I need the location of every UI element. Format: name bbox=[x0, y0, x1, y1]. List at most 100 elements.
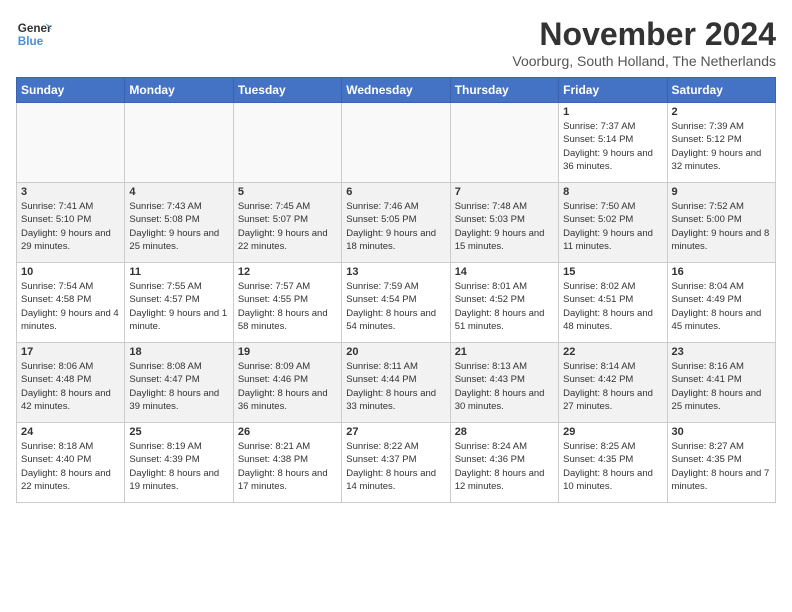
day-info: Sunrise: 7:43 AM Sunset: 5:08 PM Dayligh… bbox=[129, 200, 228, 253]
day-number: 14 bbox=[455, 266, 554, 278]
day-number: 23 bbox=[672, 346, 771, 358]
day-info: Sunrise: 8:18 AM Sunset: 4:40 PM Dayligh… bbox=[21, 440, 120, 493]
day-info: Sunrise: 7:48 AM Sunset: 5:03 PM Dayligh… bbox=[455, 200, 554, 253]
calendar-cell: 23 Sunrise: 8:16 AM Sunset: 4:41 PM Dayli… bbox=[667, 343, 775, 423]
day-info: Sunrise: 8:24 AM Sunset: 4:36 PM Dayligh… bbox=[455, 440, 554, 493]
day-number: 25 bbox=[129, 426, 228, 438]
calendar-cell bbox=[342, 103, 450, 183]
calendar-cell bbox=[233, 103, 341, 183]
calendar-week-row: 10Sunrise: 7:54 AM Sunset: 4:58 PM Dayli… bbox=[17, 263, 776, 343]
title-block: November 2024 Voorburg, South Holland, T… bbox=[512, 16, 776, 69]
day-of-week-header: Monday bbox=[125, 78, 233, 103]
day-number: 6 bbox=[346, 186, 445, 198]
day-number: 12 bbox=[238, 266, 337, 278]
day-number: 30 bbox=[672, 426, 771, 438]
day-number: 16 bbox=[672, 266, 771, 278]
day-info: Sunrise: 8:27 AM Sunset: 4:35 PM Dayligh… bbox=[672, 440, 771, 493]
calendar-cell: 8 Sunrise: 7:50 AM Sunset: 5:02 PM Daylig… bbox=[559, 183, 667, 263]
day-number: 11 bbox=[129, 266, 228, 278]
calendar-cell: 26 Sunrise: 8:21 AM Sunset: 4:38 PM Dayli… bbox=[233, 423, 341, 503]
day-info: Sunrise: 8:19 AM Sunset: 4:39 PM Dayligh… bbox=[129, 440, 228, 493]
calendar-cell: 18 Sunrise: 8:08 AM Sunset: 4:47 PM Dayli… bbox=[125, 343, 233, 423]
day-number: 26 bbox=[238, 426, 337, 438]
calendar-cell: 25 Sunrise: 8:19 AM Sunset: 4:39 PM Dayli… bbox=[125, 423, 233, 503]
calendar-cell: 28 Sunrise: 8:24 AM Sunset: 4:36 PM Dayli… bbox=[450, 423, 558, 503]
calendar-cell: 27 Sunrise: 8:22 AM Sunset: 4:37 PM Dayli… bbox=[342, 423, 450, 503]
day-number: 17 bbox=[21, 346, 120, 358]
day-info: Sunrise: 8:06 AM Sunset: 4:48 PM Dayligh… bbox=[21, 360, 120, 413]
day-info: Sunrise: 8:16 AM Sunset: 4:41 PM Dayligh… bbox=[672, 360, 771, 413]
calendar-cell: 13 Sunrise: 7:59 AM Sunset: 4:54 PM Dayli… bbox=[342, 263, 450, 343]
day-info: Sunrise: 7:37 AM Sunset: 5:14 PM Dayligh… bbox=[563, 120, 662, 173]
calendar-cell: 5 Sunrise: 7:45 AM Sunset: 5:07 PM Daylig… bbox=[233, 183, 341, 263]
calendar-cell: 22Sunrise: 8:14 AM Sunset: 4:42 PM Dayli… bbox=[559, 343, 667, 423]
calendar-cell: 21 Sunrise: 8:13 AM Sunset: 4:43 PM Dayli… bbox=[450, 343, 558, 423]
calendar-cell: 19 Sunrise: 8:09 AM Sunset: 4:46 PM Dayli… bbox=[233, 343, 341, 423]
calendar-cell: 20Sunrise: 8:11 AM Sunset: 4:44 PM Dayli… bbox=[342, 343, 450, 423]
day-info: Sunrise: 8:25 AM Sunset: 4:35 PM Dayligh… bbox=[563, 440, 662, 493]
day-number: 21 bbox=[455, 346, 554, 358]
day-number: 18 bbox=[129, 346, 228, 358]
day-info: Sunrise: 8:08 AM Sunset: 4:47 PM Dayligh… bbox=[129, 360, 228, 413]
svg-text:General: General bbox=[18, 22, 52, 35]
day-info: Sunrise: 7:55 AM Sunset: 4:57 PM Dayligh… bbox=[129, 280, 228, 333]
day-number: 8 bbox=[563, 186, 662, 198]
calendar-cell: 14Sunrise: 8:01 AM Sunset: 4:52 PM Dayli… bbox=[450, 263, 558, 343]
calendar-cell: 15Sunrise: 8:02 AM Sunset: 4:51 PM Dayli… bbox=[559, 263, 667, 343]
day-number: 28 bbox=[455, 426, 554, 438]
calendar-cell: 24 Sunrise: 8:18 AM Sunset: 4:40 PM Dayli… bbox=[17, 423, 125, 503]
day-info: Sunrise: 7:45 AM Sunset: 5:07 PM Dayligh… bbox=[238, 200, 337, 253]
day-info: Sunrise: 8:21 AM Sunset: 4:38 PM Dayligh… bbox=[238, 440, 337, 493]
header: General Blue November 2024 Voorburg, Sou… bbox=[16, 16, 776, 69]
day-info: Sunrise: 8:13 AM Sunset: 4:43 PM Dayligh… bbox=[455, 360, 554, 413]
day-info: Sunrise: 8:04 AM Sunset: 4:49 PM Dayligh… bbox=[672, 280, 771, 333]
calendar-cell bbox=[125, 103, 233, 183]
day-info: Sunrise: 7:54 AM Sunset: 4:58 PM Dayligh… bbox=[21, 280, 120, 333]
calendar-cell: 12 Sunrise: 7:57 AM Sunset: 4:55 PM Dayli… bbox=[233, 263, 341, 343]
day-of-week-header: Wednesday bbox=[342, 78, 450, 103]
day-of-week-header: Sunday bbox=[17, 78, 125, 103]
calendar-cell: 9 Sunrise: 7:52 AM Sunset: 5:00 PM Daylig… bbox=[667, 183, 775, 263]
calendar-cell bbox=[17, 103, 125, 183]
calendar-week-row: 24 Sunrise: 8:18 AM Sunset: 4:40 PM Dayli… bbox=[17, 423, 776, 503]
calendar-week-row: 1 Sunrise: 7:37 AM Sunset: 5:14 PM Daylig… bbox=[17, 103, 776, 183]
calendar-header: SundayMondayTuesdayWednesdayThursdayFrid… bbox=[17, 78, 776, 103]
day-number: 15 bbox=[563, 266, 662, 278]
calendar-week-row: 3Sunrise: 7:41 AM Sunset: 5:10 PM Daylig… bbox=[17, 183, 776, 263]
day-info: Sunrise: 7:52 AM Sunset: 5:00 PM Dayligh… bbox=[672, 200, 771, 253]
day-info: Sunrise: 7:39 AM Sunset: 5:12 PM Dayligh… bbox=[672, 120, 771, 173]
day-number: 9 bbox=[672, 186, 771, 198]
day-info: Sunrise: 7:59 AM Sunset: 4:54 PM Dayligh… bbox=[346, 280, 445, 333]
day-number: 1 bbox=[563, 106, 662, 118]
day-info: Sunrise: 8:09 AM Sunset: 4:46 PM Dayligh… bbox=[238, 360, 337, 413]
calendar-cell: 6 Sunrise: 7:46 AM Sunset: 5:05 PM Daylig… bbox=[342, 183, 450, 263]
day-info: Sunrise: 8:11 AM Sunset: 4:44 PM Dayligh… bbox=[346, 360, 445, 413]
day-of-week-header: Saturday bbox=[667, 78, 775, 103]
calendar-cell: 17 Sunrise: 8:06 AM Sunset: 4:48 PM Dayli… bbox=[17, 343, 125, 423]
day-number: 24 bbox=[21, 426, 120, 438]
calendar-cell: 11 Sunrise: 7:55 AM Sunset: 4:57 PM Dayli… bbox=[125, 263, 233, 343]
logo: General Blue bbox=[16, 16, 52, 52]
calendar-cell: 7Sunrise: 7:48 AM Sunset: 5:03 PM Daylig… bbox=[450, 183, 558, 263]
day-number: 29 bbox=[563, 426, 662, 438]
day-number: 3 bbox=[21, 186, 120, 198]
calendar-cell: 16 Sunrise: 8:04 AM Sunset: 4:49 PM Dayli… bbox=[667, 263, 775, 343]
calendar-cell: 3Sunrise: 7:41 AM Sunset: 5:10 PM Daylig… bbox=[17, 183, 125, 263]
calendar-cell: 29 Sunrise: 8:25 AM Sunset: 4:35 PM Dayli… bbox=[559, 423, 667, 503]
day-info: Sunrise: 7:50 AM Sunset: 5:02 PM Dayligh… bbox=[563, 200, 662, 253]
day-info: Sunrise: 7:57 AM Sunset: 4:55 PM Dayligh… bbox=[238, 280, 337, 333]
day-number: 27 bbox=[346, 426, 445, 438]
calendar-table: SundayMondayTuesdayWednesdayThursdayFrid… bbox=[16, 77, 776, 503]
day-of-week-header: Tuesday bbox=[233, 78, 341, 103]
calendar-cell: 4Sunrise: 7:43 AM Sunset: 5:08 PM Daylig… bbox=[125, 183, 233, 263]
day-of-week-header: Thursday bbox=[450, 78, 558, 103]
calendar-cell: 10Sunrise: 7:54 AM Sunset: 4:58 PM Dayli… bbox=[17, 263, 125, 343]
day-info: Sunrise: 7:46 AM Sunset: 5:05 PM Dayligh… bbox=[346, 200, 445, 253]
day-info: Sunrise: 8:22 AM Sunset: 4:37 PM Dayligh… bbox=[346, 440, 445, 493]
calendar-cell: 2Sunrise: 7:39 AM Sunset: 5:12 PM Daylig… bbox=[667, 103, 775, 183]
day-info: Sunrise: 8:14 AM Sunset: 4:42 PM Dayligh… bbox=[563, 360, 662, 413]
day-number: 5 bbox=[238, 186, 337, 198]
day-number: 13 bbox=[346, 266, 445, 278]
day-number: 19 bbox=[238, 346, 337, 358]
day-of-week-header: Friday bbox=[559, 78, 667, 103]
